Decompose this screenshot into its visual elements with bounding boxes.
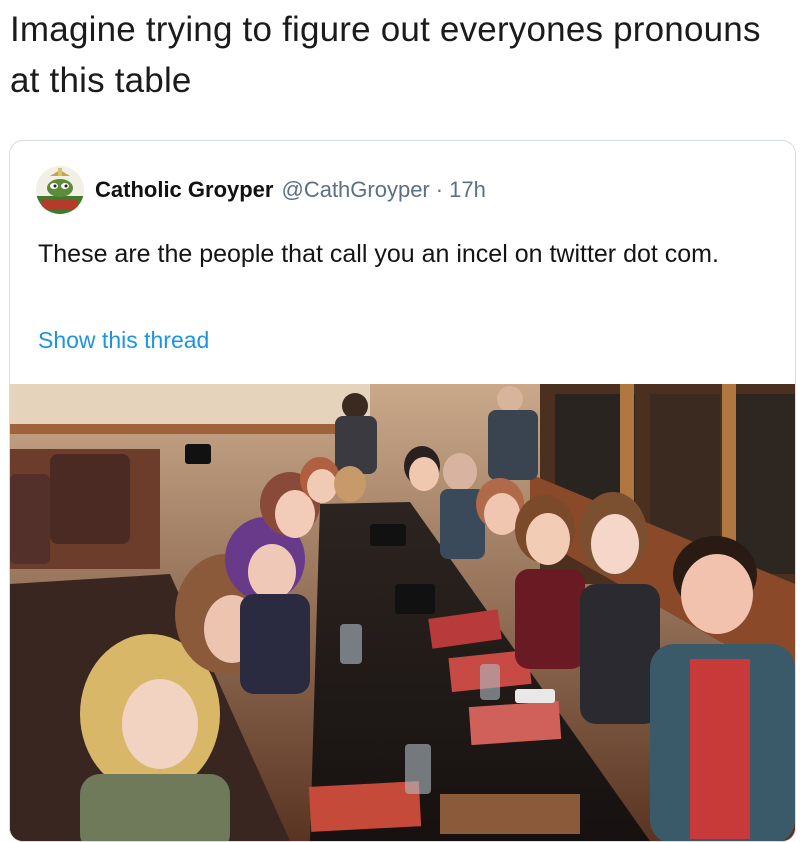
tweet-timestamp[interactable]: 17h [449,177,486,203]
meme-caption: Imagine trying to figure out everyones p… [10,10,761,100]
author-display-name[interactable]: Catholic Groyper [95,177,273,203]
show-thread-link[interactable]: Show this thread [38,327,209,354]
author-handle[interactable]: @CathGroyper [281,177,429,203]
groyper-avatar-icon[interactable] [36,166,84,214]
tweet-body: These are the people that call you an in… [38,240,719,268]
tweet-author: Catholic Groyper @CathGroyper · 17h [95,177,486,203]
quoted-tweet-card[interactable]: Catholic Groyper @CathGroyper · 17h Thes… [9,140,796,842]
separator-dot: · [435,177,444,202]
tweet-header: Catholic Groyper @CathGroyper · 17h [36,165,486,215]
restaurant-group-photo[interactable] [10,384,795,841]
